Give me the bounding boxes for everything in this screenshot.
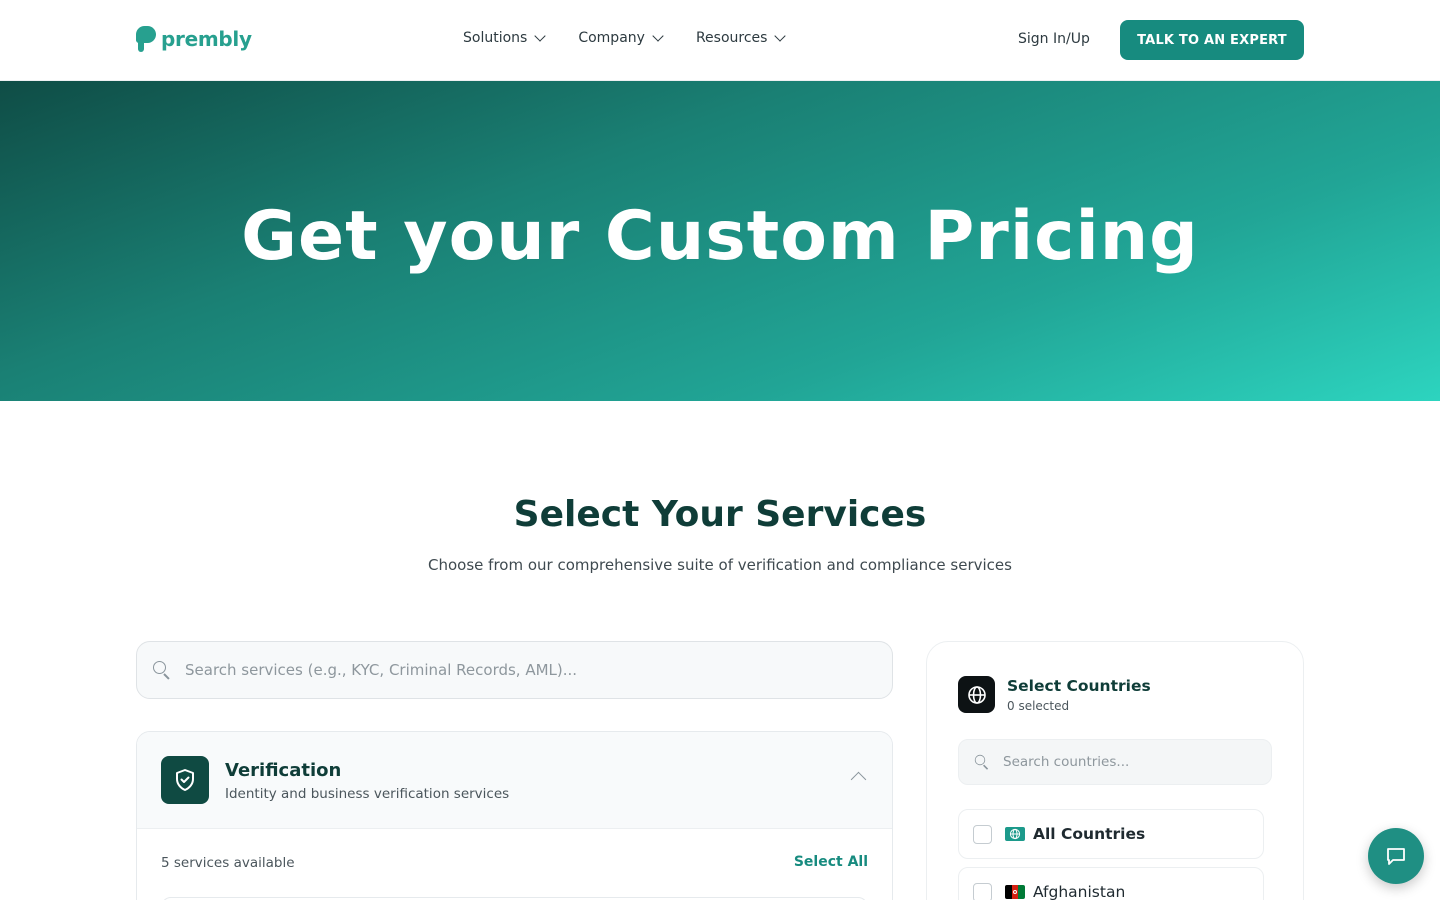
services-subtitle: Choose from our comprehensive suite of v… [428, 556, 1012, 574]
nav-item-resources[interactable]: Resources [695, 30, 787, 46]
country-search-input[interactable] [1003, 754, 1263, 770]
sign-in-link[interactable]: Sign In/Up [1018, 31, 1090, 47]
talk-to-expert-button[interactable]: TALK TO AN EXPERT [1120, 20, 1304, 60]
services-title: Select Your Services [513, 494, 927, 535]
top-nav: prembly Solutions Company Resources Sign… [0, 0, 1440, 81]
globe-icon [958, 676, 995, 713]
search-icon [974, 754, 989, 770]
services-count: 5 services available [161, 855, 295, 871]
verification-description: Identity and business verification servi… [225, 786, 510, 802]
chevron-up-icon[interactable] [850, 771, 867, 788]
service-search-input[interactable] [185, 661, 865, 679]
hero-title: Get your Custom Pricing [241, 196, 1199, 276]
prembly-logo[interactable]: prembly [136, 26, 252, 52]
countries-panel: Select Countries 0 selected All Countrie… [926, 641, 1304, 900]
select-all-button[interactable]: Select All [794, 854, 868, 870]
chat-icon [1387, 848, 1405, 865]
service-search-box [136, 641, 893, 699]
afghanistan-flag [1005, 885, 1025, 899]
chevron-down-icon [534, 30, 546, 42]
verification-title: Verification [225, 760, 342, 781]
nav-menu: Solutions Company Resources [463, 30, 787, 46]
nav-item-label: Solutions [463, 30, 528, 46]
nav-item-label: Resources [695, 30, 768, 46]
globe-icon [1005, 827, 1025, 841]
verification-category-card: Verification Identity and business verif… [136, 731, 893, 900]
nav-item-company[interactable]: Company [578, 30, 664, 46]
countries-selected-count: 0 selected [1007, 699, 1070, 713]
shield-check-icon [161, 756, 209, 804]
verification-header[interactable]: Verification Identity and business verif… [137, 732, 892, 829]
country-item-afghanistan[interactable]: Afghanistan [958, 867, 1264, 900]
hero-banner: Get your Custom Pricing [0, 81, 1440, 401]
logo-text: prembly [161, 27, 252, 51]
search-icon [153, 661, 171, 680]
country-search-box [958, 739, 1272, 785]
country-checkbox[interactable] [973, 882, 992, 900]
logo-mark-icon [136, 26, 156, 52]
country-item-all[interactable]: All Countries [958, 809, 1264, 859]
chevron-down-icon [652, 30, 664, 42]
country-label: Afghanistan [1033, 883, 1126, 900]
countries-title: Select Countries [1007, 677, 1151, 695]
country-checkbox[interactable] [973, 824, 992, 844]
nav-item-solutions[interactable]: Solutions [463, 30, 546, 46]
chat-button[interactable] [1368, 828, 1424, 884]
nav-item-label: Company [578, 30, 645, 46]
chevron-down-icon [774, 30, 787, 42]
country-label: All Countries [1033, 825, 1146, 843]
